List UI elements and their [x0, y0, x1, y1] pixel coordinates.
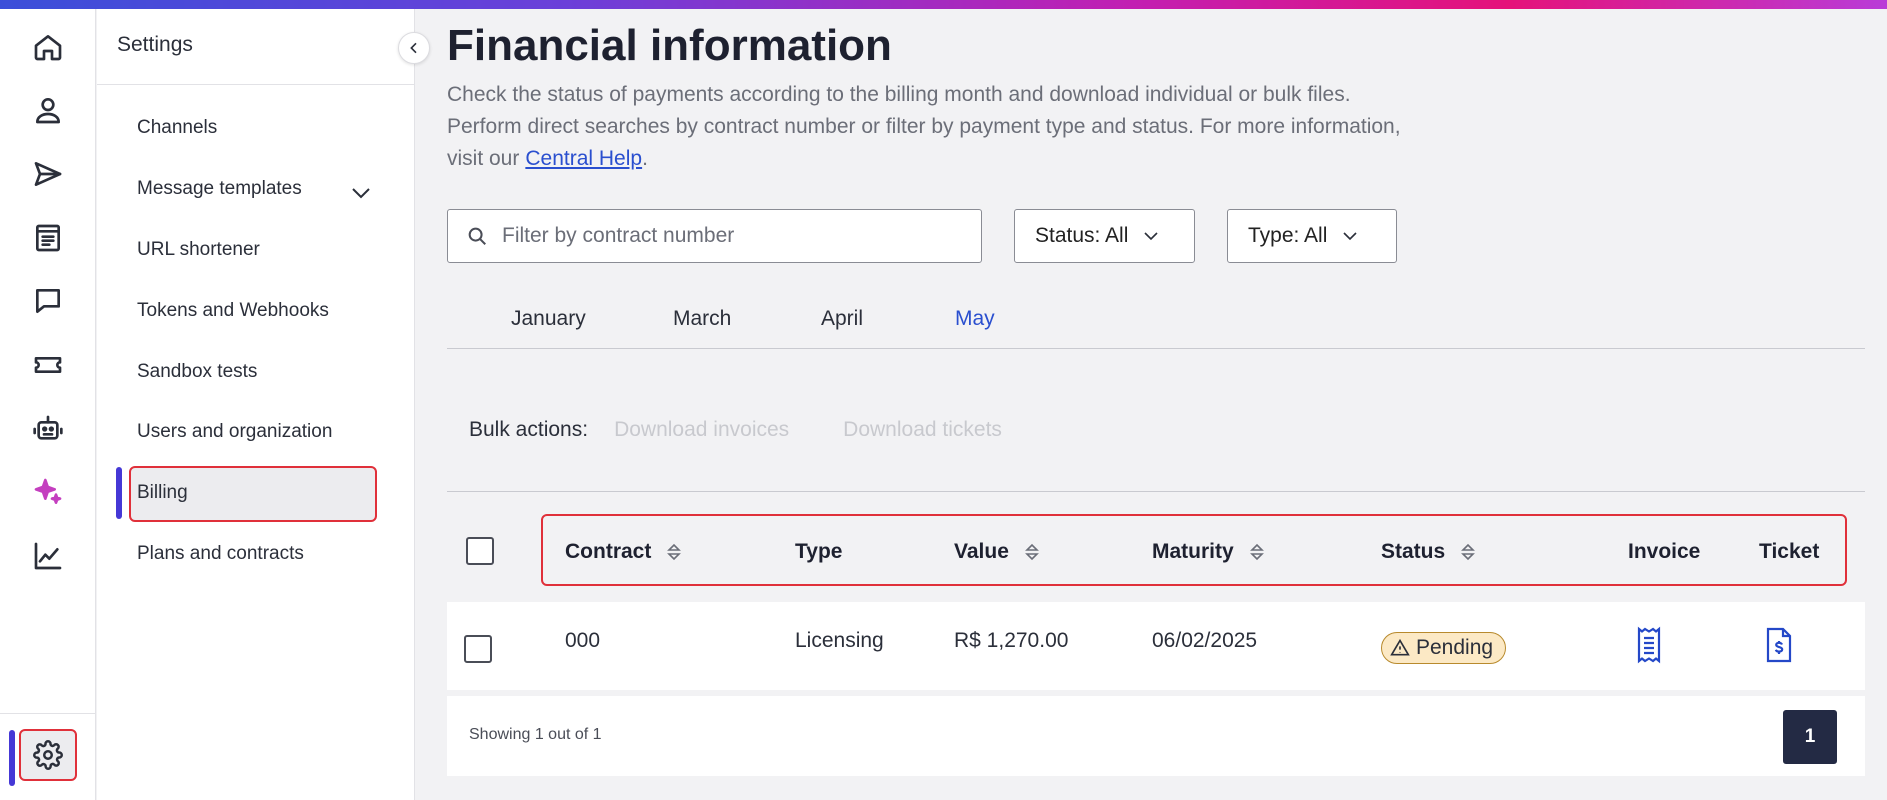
- status-badge: Pending: [1381, 632, 1507, 664]
- dollar-document-icon[interactable]: [1763, 626, 1795, 664]
- table-divider: [447, 491, 1865, 492]
- cell-type: Licensing: [795, 629, 884, 652]
- sort-icon[interactable]: [665, 541, 683, 563]
- sidebar-item-billing-label: Billing: [137, 482, 188, 503]
- rail-active-indicator: [9, 730, 15, 786]
- receipt-icon[interactable]: [1633, 626, 1665, 664]
- sidebar-item-sandbox-tests[interactable]: Sandbox tests: [137, 361, 257, 383]
- search-icon: [468, 227, 486, 245]
- sidebar-active-indicator: [116, 467, 122, 519]
- chat-icon[interactable]: [28, 281, 68, 321]
- chevron-down-icon[interactable]: [349, 181, 373, 205]
- document-icon[interactable]: [28, 218, 68, 258]
- sidebar-item-users-organization[interactable]: Users and organization: [137, 421, 332, 443]
- chevron-down-icon: [1343, 232, 1357, 241]
- tab-may[interactable]: May: [955, 307, 995, 331]
- settings-sidebar: Settings Channels Message templates URL …: [97, 9, 430, 800]
- download-tickets-button[interactable]: Download tickets: [843, 418, 1002, 442]
- contract-search-input[interactable]: [502, 224, 962, 248]
- bulk-actions-label: Bulk actions:: [469, 418, 589, 441]
- column-header-contract[interactable]: Contract: [565, 540, 683, 564]
- chevron-left-icon: [410, 42, 417, 54]
- cell-value: R$ 1,270.00: [954, 629, 1069, 652]
- column-header-type: Type: [795, 540, 843, 563]
- sparkles-icon[interactable]: [28, 472, 68, 512]
- central-help-link[interactable]: Central Help: [525, 147, 642, 170]
- page-description: Check the status of payments according t…: [447, 79, 1407, 175]
- icon-rail: [0, 9, 96, 800]
- sort-icon[interactable]: [1023, 541, 1041, 563]
- tab-january[interactable]: January: [511, 307, 586, 331]
- column-header-status[interactable]: Status: [1381, 540, 1477, 564]
- gear-icon[interactable]: [19, 729, 77, 781]
- send-icon[interactable]: [28, 154, 68, 194]
- home-icon[interactable]: [28, 27, 68, 67]
- sidebar-item-url-shortener[interactable]: URL shortener: [137, 239, 260, 261]
- bulk-actions: Bulk actions: Download invoices Download…: [469, 418, 1002, 442]
- sort-icon[interactable]: [1459, 541, 1477, 563]
- rail-divider: [0, 713, 96, 714]
- chart-icon[interactable]: [28, 536, 68, 576]
- select-all-checkbox[interactable]: [466, 537, 494, 565]
- sidebar-item-message-templates[interactable]: Message templates: [137, 178, 302, 200]
- cell-contract: 000: [565, 629, 601, 652]
- type-filter-label: Type: All: [1248, 224, 1328, 247]
- status-filter-label: Status: All: [1035, 224, 1129, 247]
- results-count: Showing 1 out of 1: [469, 726, 602, 743]
- warning-icon: [1390, 638, 1410, 656]
- column-header-invoice: Invoice: [1628, 540, 1701, 563]
- tab-april[interactable]: April: [821, 307, 863, 331]
- download-invoices-button[interactable]: Download invoices: [614, 418, 789, 442]
- type-filter-dropdown[interactable]: Type: All: [1227, 209, 1397, 263]
- status-filter-dropdown[interactable]: Status: All: [1014, 209, 1195, 263]
- column-header-ticket: Ticket: [1759, 540, 1820, 563]
- user-icon[interactable]: [28, 90, 68, 130]
- column-header-maturity[interactable]: Maturity: [1152, 540, 1266, 564]
- month-tabs: January March April May: [447, 299, 1865, 349]
- page-title: Financial information: [447, 21, 892, 70]
- ticket-icon[interactable]: [28, 345, 68, 385]
- pagination-page-1[interactable]: 1: [1783, 710, 1837, 764]
- sort-icon[interactable]: [1248, 541, 1266, 563]
- sidebar-separator: [97, 84, 415, 85]
- tab-march[interactable]: March: [673, 307, 731, 331]
- sidebar-item-plans-contracts[interactable]: Plans and contracts: [137, 543, 304, 565]
- bot-icon[interactable]: [28, 409, 68, 449]
- cell-maturity: 06/02/2025: [1152, 629, 1258, 652]
- chevron-down-icon: [1144, 232, 1158, 241]
- top-gradient-bar: [0, 0, 1887, 9]
- sidebar-item-tokens-webhooks[interactable]: Tokens and Webhooks: [137, 300, 329, 322]
- collapse-sidebar-button[interactable]: [398, 32, 430, 64]
- row-checkbox[interactable]: [464, 635, 492, 663]
- sidebar-title: Settings: [117, 33, 193, 56]
- column-header-value[interactable]: Value: [954, 540, 1041, 564]
- search-box: [447, 209, 982, 263]
- table-footer: Showing 1 out of 1 1: [447, 696, 1865, 776]
- sidebar-item-channels[interactable]: Channels: [137, 117, 217, 139]
- description-end: .: [642, 147, 648, 170]
